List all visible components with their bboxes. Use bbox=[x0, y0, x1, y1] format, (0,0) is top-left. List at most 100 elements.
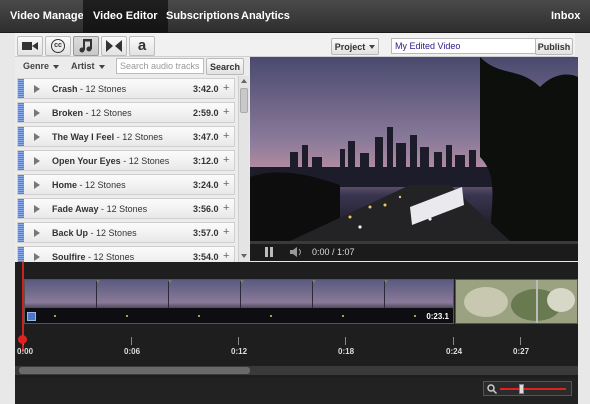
add-track-icon[interactable]: + bbox=[223, 130, 229, 142]
scrollbar-thumb[interactable] bbox=[240, 88, 248, 113]
ruler-tick bbox=[345, 337, 346, 345]
drag-handle[interactable] bbox=[18, 223, 24, 242]
track-title: Crash bbox=[52, 84, 78, 94]
video-frame-image bbox=[250, 57, 578, 241]
project-label: Project bbox=[334, 41, 366, 52]
playhead-handle[interactable] bbox=[18, 335, 27, 344]
volume-icon[interactable] bbox=[290, 247, 304, 257]
scroll-down-icon[interactable] bbox=[241, 254, 247, 258]
track-artist: 12 Stones bbox=[93, 252, 135, 262]
track-separator: - bbox=[101, 204, 105, 214]
inbox-link[interactable]: Inbox bbox=[551, 0, 580, 33]
ruler-tick bbox=[520, 337, 521, 345]
play-icon[interactable] bbox=[34, 85, 40, 93]
track-duration: 3:42.0 bbox=[193, 84, 219, 94]
add-track-icon[interactable]: + bbox=[223, 178, 229, 190]
captions-tool-button[interactable]: cc bbox=[45, 36, 71, 56]
video-clip[interactable]: 0:23.1 bbox=[24, 279, 454, 324]
scrollbar-thumb[interactable] bbox=[19, 367, 250, 374]
add-track-icon[interactable]: + bbox=[223, 106, 229, 118]
clip-duration: 0:23.1 bbox=[426, 312, 449, 321]
cc-icon: cc bbox=[51, 39, 65, 53]
chevron-down-icon bbox=[369, 44, 376, 49]
track-duration: 3:56.0 bbox=[193, 204, 219, 214]
scroll-up-icon[interactable] bbox=[241, 79, 247, 83]
video-tool-button[interactable] bbox=[17, 36, 43, 56]
add-track-icon[interactable]: + bbox=[223, 202, 229, 214]
time-ruler[interactable]: 0:00 0:06 0:12 0:18 0:24 0:27 bbox=[15, 333, 578, 363]
chevron-down-icon bbox=[53, 65, 60, 69]
track-artist: 12 Stones bbox=[106, 204, 148, 214]
play-icon[interactable] bbox=[34, 181, 40, 189]
drag-handle[interactable] bbox=[18, 151, 24, 170]
drag-handle[interactable] bbox=[18, 199, 24, 218]
artist-dropdown[interactable]: Artist bbox=[71, 61, 105, 71]
play-icon[interactable] bbox=[34, 229, 40, 237]
list-item[interactable]: Broken - 12 Stones 2:59.0 + bbox=[17, 102, 235, 123]
track-artist: 12 Stones bbox=[85, 180, 126, 190]
track-title: Open Your Eyes bbox=[52, 156, 121, 166]
add-track-icon[interactable]: + bbox=[223, 226, 229, 238]
list-item[interactable]: Open Your Eyes - 12 Stones 3:12.0 + bbox=[17, 150, 235, 171]
track-list-scrollbar[interactable] bbox=[238, 76, 249, 262]
timeline: 0:23.1 0:00 0:06 0:12 0:18 0:24 0:27 bbox=[15, 262, 578, 378]
ruler-tick bbox=[453, 337, 454, 345]
track-separator: - bbox=[116, 132, 120, 142]
genre-label: Genre bbox=[23, 61, 50, 71]
audio-tool-button[interactable] bbox=[73, 36, 99, 56]
play-icon[interactable] bbox=[34, 109, 40, 117]
track-duration: 3:47.0 bbox=[193, 132, 219, 142]
track-separator: - bbox=[88, 252, 92, 262]
tab-video-editor[interactable]: Video Editor bbox=[83, 0, 168, 33]
tab-subscriptions[interactable]: Subscriptions bbox=[166, 0, 239, 33]
list-item[interactable]: Back Up - 12 Stones 3:57.0 + bbox=[17, 222, 235, 243]
ruler-label: 0:00 bbox=[17, 347, 34, 356]
project-dropdown[interactable]: Project bbox=[331, 38, 379, 55]
drag-handle[interactable] bbox=[18, 175, 24, 194]
list-item[interactable]: The Way I Feel - 12 Stones 3:47.0 + bbox=[17, 126, 235, 147]
zoom-slider[interactable] bbox=[483, 381, 572, 396]
list-item[interactable]: Soulfire - 12 Stones 3:54.0 + bbox=[17, 246, 235, 262]
play-icon[interactable] bbox=[34, 253, 40, 261]
tab-analytics[interactable]: Analytics bbox=[241, 0, 290, 33]
publish-button[interactable]: Publish bbox=[535, 38, 573, 55]
timeline-scrollbar[interactable] bbox=[15, 366, 578, 375]
list-item[interactable]: Fade Away - 12 Stones 3:56.0 + bbox=[17, 198, 235, 219]
list-item[interactable]: Home - 12 Stones 3:24.0 + bbox=[17, 174, 235, 195]
drag-handle[interactable] bbox=[18, 79, 24, 98]
drag-handle[interactable] bbox=[18, 103, 24, 122]
clip-thumbnails bbox=[456, 280, 577, 323]
playback-progress[interactable] bbox=[250, 241, 578, 244]
zoom-handle[interactable] bbox=[519, 384, 524, 394]
text-tool-button[interactable]: a bbox=[129, 36, 155, 56]
list-item[interactable]: Crash - 12 Stones 3:42.0 + bbox=[17, 78, 235, 99]
track-separator: - bbox=[85, 108, 89, 118]
play-icon[interactable] bbox=[34, 205, 40, 213]
search-icon bbox=[487, 384, 497, 394]
track-separator: - bbox=[90, 228, 94, 238]
add-track-icon[interactable]: + bbox=[223, 82, 229, 94]
transitions-tool-button[interactable] bbox=[101, 36, 127, 56]
zoom-track[interactable] bbox=[500, 388, 566, 390]
pause-icon[interactable] bbox=[264, 247, 274, 257]
track-artist: 12 Stones bbox=[85, 84, 127, 94]
drag-handle[interactable] bbox=[18, 127, 24, 146]
play-icon[interactable] bbox=[34, 133, 40, 141]
track-duration: 2:59.0 bbox=[193, 108, 219, 118]
video-clip-next[interactable] bbox=[455, 279, 578, 324]
add-track-icon[interactable]: + bbox=[223, 154, 229, 166]
audio-search-input[interactable]: Search audio tracks bbox=[116, 58, 204, 74]
genre-dropdown[interactable]: Genre bbox=[23, 61, 60, 71]
track-separator: - bbox=[79, 180, 83, 190]
track-title: Soulfire bbox=[52, 252, 86, 262]
add-track-icon[interactable]: + bbox=[223, 250, 229, 262]
project-name-input[interactable]: My Edited Video bbox=[391, 38, 545, 54]
transitions-icon bbox=[106, 40, 122, 52]
track-artist: 12 Stones bbox=[122, 132, 163, 142]
play-icon[interactable] bbox=[34, 157, 40, 165]
drag-handle[interactable] bbox=[18, 247, 24, 262]
video-preview[interactable] bbox=[250, 57, 578, 241]
tab-video-manager[interactable]: Video Manager bbox=[10, 0, 88, 33]
clip-link-icon[interactable] bbox=[27, 312, 36, 321]
search-button[interactable]: Search bbox=[206, 58, 244, 75]
